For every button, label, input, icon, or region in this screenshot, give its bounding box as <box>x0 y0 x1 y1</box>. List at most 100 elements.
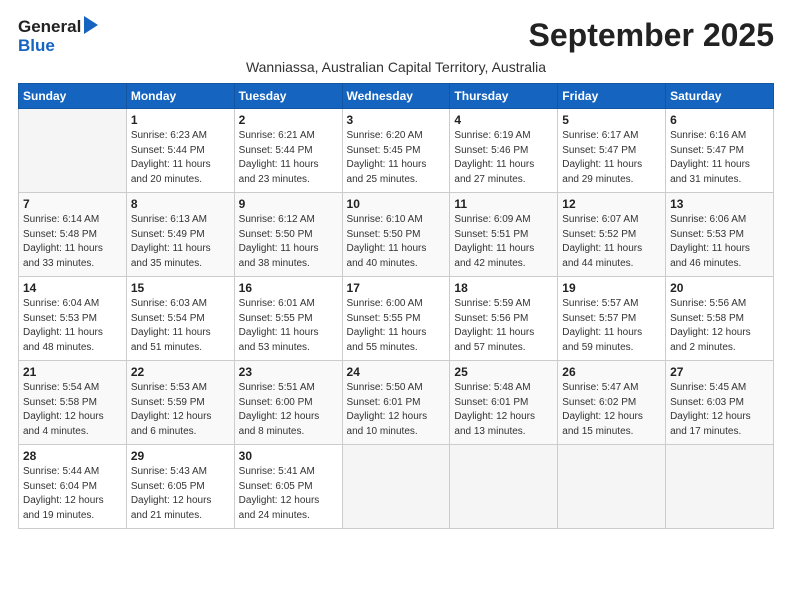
calendar-cell: 29 Sunrise: 5:43 AM Sunset: 6:05 PM Dayli… <box>126 445 234 529</box>
day-number: 12 <box>562 197 661 211</box>
col-header-friday: Friday <box>558 84 666 109</box>
calendar-cell: 3 Sunrise: 6:20 AM Sunset: 5:45 PM Daylig… <box>342 109 450 193</box>
calendar-cell: 10Sunrise: 6:10 AM Sunset: 5:50 PM Dayli… <box>342 193 450 277</box>
day-info: Sunrise: 5:53 AM Sunset: 5:59 PM Dayligh… <box>131 381 230 439</box>
calendar-cell: 4 Sunrise: 6:19 AM Sunset: 5:46 PM Daylig… <box>450 109 558 193</box>
header: General Blue September 2025 <box>18 18 774 55</box>
calendar-cell <box>19 109 127 193</box>
calendar-cell <box>666 445 774 529</box>
calendar-cell: 25Sunrise: 5:48 AM Sunset: 6:01 PM Dayli… <box>450 361 558 445</box>
calendar-cell: 22 Sunrise: 5:53 AM Sunset: 5:59 PM Dayli… <box>126 361 234 445</box>
day-info: Sunrise: 5:48 AM Sunset: 6:01 PM Dayligh… <box>454 381 553 439</box>
day-info: Sunrise: 6:00 AM Sunset: 5:55 PM Dayligh… <box>347 297 446 355</box>
day-number: 8 <box>131 197 230 211</box>
day-number: 20 <box>670 281 769 295</box>
calendar-cell: 8 Sunrise: 6:13 AM Sunset: 5:49 PM Daylig… <box>126 193 234 277</box>
day-number: 28 <box>23 449 122 463</box>
day-info: Sunrise: 5:59 AM Sunset: 5:56 PM Dayligh… <box>454 297 553 355</box>
day-number: 5 <box>562 113 661 127</box>
calendar-row-1: 7 Sunrise: 6:14 AM Sunset: 5:48 PM Daylig… <box>19 193 774 277</box>
calendar-cell: 28 Sunrise: 5:44 AM Sunset: 6:04 PM Dayli… <box>19 445 127 529</box>
calendar-cell: 19 Sunrise: 5:57 AM Sunset: 5:57 PM Dayli… <box>558 277 666 361</box>
day-info: Sunrise: 6:13 AM Sunset: 5:49 PM Dayligh… <box>131 213 230 271</box>
day-info: Sunrise: 6:16 AM Sunset: 5:47 PM Dayligh… <box>670 129 769 187</box>
calendar-cell: 21 Sunrise: 5:54 AM Sunset: 5:58 PM Dayli… <box>19 361 127 445</box>
page: General Blue September 2025 Wanniassa, A… <box>0 0 792 539</box>
day-info: Sunrise: 5:51 AM Sunset: 6:00 PM Dayligh… <box>239 381 338 439</box>
calendar-cell: 16 Sunrise: 6:01 AM Sunset: 5:55 PM Dayli… <box>234 277 342 361</box>
day-info: Sunrise: 6:01 AM Sunset: 5:55 PM Dayligh… <box>239 297 338 355</box>
day-number: 11 <box>454 197 553 211</box>
day-number: 13 <box>670 197 769 211</box>
day-number: 4 <box>454 113 553 127</box>
calendar-cell <box>558 445 666 529</box>
day-number: 10 <box>347 197 446 211</box>
calendar-cell: 13Sunrise: 6:06 AM Sunset: 5:53 PM Dayli… <box>666 193 774 277</box>
day-number: 1 <box>131 113 230 127</box>
day-number: 27 <box>670 365 769 379</box>
day-number: 26 <box>562 365 661 379</box>
day-info: Sunrise: 5:56 AM Sunset: 5:58 PM Dayligh… <box>670 297 769 355</box>
day-info: Sunrise: 6:20 AM Sunset: 5:45 PM Dayligh… <box>347 129 446 187</box>
calendar-cell: 1 Sunrise: 6:23 AM Sunset: 5:44 PM Daylig… <box>126 109 234 193</box>
day-info: Sunrise: 5:45 AM Sunset: 6:03 PM Dayligh… <box>670 381 769 439</box>
col-header-sunday: Sunday <box>19 84 127 109</box>
calendar-row-0: 1 Sunrise: 6:23 AM Sunset: 5:44 PM Daylig… <box>19 109 774 193</box>
logo-blue: Blue <box>18 36 55 55</box>
day-info: Sunrise: 5:44 AM Sunset: 6:04 PM Dayligh… <box>23 465 122 523</box>
calendar-table: SundayMondayTuesdayWednesdayThursdayFrid… <box>18 83 774 529</box>
location-label: Wanniassa, Australian Capital Territory,… <box>18 59 774 75</box>
day-number: 21 <box>23 365 122 379</box>
calendar-row-2: 14Sunrise: 6:04 AM Sunset: 5:53 PM Dayli… <box>19 277 774 361</box>
col-header-thursday: Thursday <box>450 84 558 109</box>
day-info: Sunrise: 6:07 AM Sunset: 5:52 PM Dayligh… <box>562 213 661 271</box>
day-info: Sunrise: 6:21 AM Sunset: 5:44 PM Dayligh… <box>239 129 338 187</box>
calendar-cell: 18 Sunrise: 5:59 AM Sunset: 5:56 PM Dayli… <box>450 277 558 361</box>
calendar-cell: 17 Sunrise: 6:00 AM Sunset: 5:55 PM Dayli… <box>342 277 450 361</box>
day-info: Sunrise: 6:12 AM Sunset: 5:50 PM Dayligh… <box>239 213 338 271</box>
calendar-cell: 23 Sunrise: 5:51 AM Sunset: 6:00 PM Dayli… <box>234 361 342 445</box>
calendar-cell <box>450 445 558 529</box>
calendar-cell: 7 Sunrise: 6:14 AM Sunset: 5:48 PM Daylig… <box>19 193 127 277</box>
day-info: Sunrise: 5:54 AM Sunset: 5:58 PM Dayligh… <box>23 381 122 439</box>
day-info: Sunrise: 6:09 AM Sunset: 5:51 PM Dayligh… <box>454 213 553 271</box>
logo: General Blue <box>18 18 98 55</box>
day-info: Sunrise: 6:19 AM Sunset: 5:46 PM Dayligh… <box>454 129 553 187</box>
day-number: 2 <box>239 113 338 127</box>
month-title: September 2025 <box>529 18 774 53</box>
col-header-monday: Monday <box>126 84 234 109</box>
day-number: 9 <box>239 197 338 211</box>
calendar-cell: 9 Sunrise: 6:12 AM Sunset: 5:50 PM Daylig… <box>234 193 342 277</box>
day-number: 30 <box>239 449 338 463</box>
calendar-cell: 12 Sunrise: 6:07 AM Sunset: 5:52 PM Dayli… <box>558 193 666 277</box>
day-info: Sunrise: 5:50 AM Sunset: 6:01 PM Dayligh… <box>347 381 446 439</box>
day-number: 17 <box>347 281 446 295</box>
calendar-cell: 5 Sunrise: 6:17 AM Sunset: 5:47 PM Daylig… <box>558 109 666 193</box>
day-info: Sunrise: 6:23 AM Sunset: 5:44 PM Dayligh… <box>131 129 230 187</box>
day-number: 22 <box>131 365 230 379</box>
day-number: 7 <box>23 197 122 211</box>
calendar-cell: 14Sunrise: 6:04 AM Sunset: 5:53 PM Dayli… <box>19 277 127 361</box>
day-number: 19 <box>562 281 661 295</box>
day-info: Sunrise: 6:17 AM Sunset: 5:47 PM Dayligh… <box>562 129 661 187</box>
calendar-cell: 15Sunrise: 6:03 AM Sunset: 5:54 PM Dayli… <box>126 277 234 361</box>
day-number: 3 <box>347 113 446 127</box>
day-info: Sunrise: 6:14 AM Sunset: 5:48 PM Dayligh… <box>23 213 122 271</box>
calendar-cell: 6 Sunrise: 6:16 AM Sunset: 5:47 PM Daylig… <box>666 109 774 193</box>
calendar-row-3: 21 Sunrise: 5:54 AM Sunset: 5:58 PM Dayli… <box>19 361 774 445</box>
day-number: 6 <box>670 113 769 127</box>
day-number: 29 <box>131 449 230 463</box>
day-number: 16 <box>239 281 338 295</box>
calendar-cell: 24Sunrise: 5:50 AM Sunset: 6:01 PM Dayli… <box>342 361 450 445</box>
day-info: Sunrise: 5:43 AM Sunset: 6:05 PM Dayligh… <box>131 465 230 523</box>
day-number: 18 <box>454 281 553 295</box>
day-info: Sunrise: 5:41 AM Sunset: 6:05 PM Dayligh… <box>239 465 338 523</box>
calendar-cell: 11 Sunrise: 6:09 AM Sunset: 5:51 PM Dayli… <box>450 193 558 277</box>
day-info: Sunrise: 5:47 AM Sunset: 6:02 PM Dayligh… <box>562 381 661 439</box>
calendar-cell: 2 Sunrise: 6:21 AM Sunset: 5:44 PM Daylig… <box>234 109 342 193</box>
calendar-cell: 26 Sunrise: 5:47 AM Sunset: 6:02 PM Dayli… <box>558 361 666 445</box>
day-info: Sunrise: 5:57 AM Sunset: 5:57 PM Dayligh… <box>562 297 661 355</box>
calendar-cell: 27 Sunrise: 5:45 AM Sunset: 6:03 PM Dayli… <box>666 361 774 445</box>
col-header-wednesday: Wednesday <box>342 84 450 109</box>
day-number: 23 <box>239 365 338 379</box>
